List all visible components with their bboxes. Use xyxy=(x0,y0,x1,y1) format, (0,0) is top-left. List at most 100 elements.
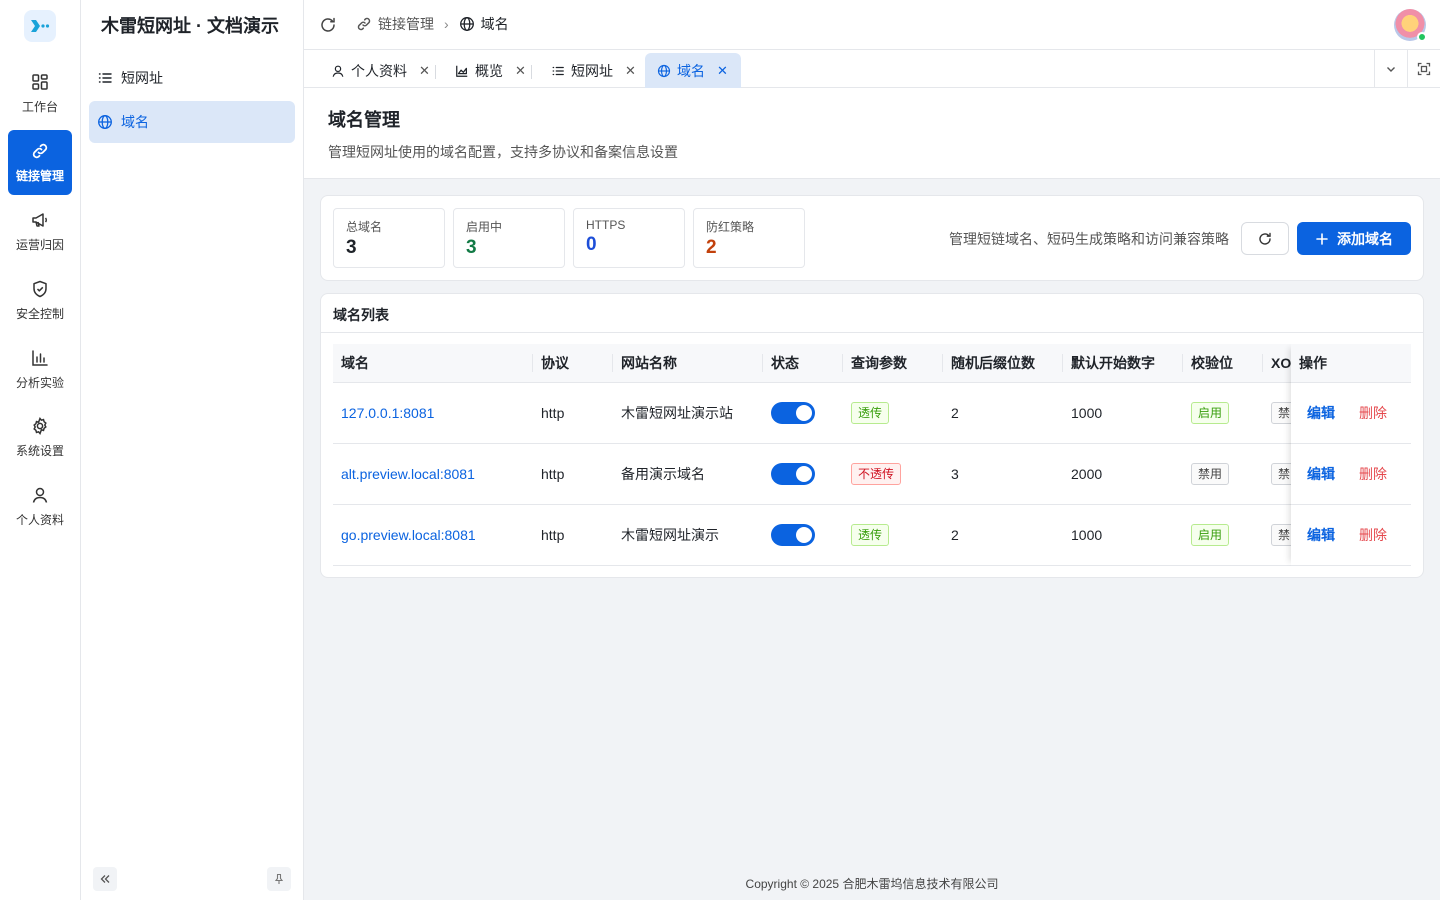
globe-icon xyxy=(459,17,474,31)
column-header-xo[interactable]: XO xyxy=(1263,344,1291,382)
edit-button[interactable]: 编辑 xyxy=(1307,525,1335,545)
breadcrumb-current: 域名 xyxy=(480,16,509,32)
column-header-query-params[interactable]: 查询参数 xyxy=(843,344,907,382)
sidebar-item-domains[interactable]: 域名 xyxy=(89,101,295,143)
rail-item-workbench[interactable]: 工作台 xyxy=(8,61,72,126)
column-header-operations: 操作 xyxy=(1291,344,1411,383)
page-title: 域名管理 xyxy=(328,110,400,130)
column-header-status[interactable]: 状态 xyxy=(763,344,799,382)
fullscreen-icon xyxy=(1417,62,1431,75)
query-param-tag: 透传 xyxy=(851,402,890,424)
tab-label: 概览 xyxy=(475,62,503,79)
rail-item-label: 个人资料 xyxy=(15,513,64,527)
gear-icon xyxy=(33,417,47,435)
app-logo[interactable] xyxy=(24,10,56,42)
stat-label: 总域名 xyxy=(346,220,383,234)
column-header-check-digit[interactable]: 校验位 xyxy=(1183,344,1233,382)
stat-value: 0 xyxy=(586,234,597,255)
column-header-random-suffix[interactable]: 随机后缀位数 xyxy=(943,344,1035,382)
close-icon[interactable]: ✕ xyxy=(625,63,636,79)
status-toggle[interactable] xyxy=(771,524,815,546)
start-number-cell: 1000 xyxy=(1071,405,1103,421)
status-cell xyxy=(763,505,815,565)
stat-value: 3 xyxy=(346,237,357,258)
domain-link[interactable]: go.preview.local:8081 xyxy=(333,505,476,565)
pin-sidebar-button[interactable] xyxy=(267,867,291,891)
table-row: go.preview.local:8081 http 木雷短网址演示 透传 2 … xyxy=(333,505,1411,566)
check-digit-tag: 启用 xyxy=(1191,402,1230,424)
rail-item-label: 工作台 xyxy=(21,100,58,114)
rail-item-operations[interactable]: 运营归因 xyxy=(8,199,72,264)
rail-item-analytics[interactable]: 分析实验 xyxy=(8,337,72,402)
area-chart-icon xyxy=(456,65,468,77)
tab-overview[interactable]: 概览 ✕ xyxy=(443,53,538,88)
stat-total-domains: 总域名 3 xyxy=(333,208,445,268)
domain-link[interactable]: 127.0.0.1:8081 xyxy=(333,383,434,443)
refresh-button[interactable] xyxy=(1241,222,1289,255)
tab-label: 个人资料 xyxy=(351,62,407,79)
domain-link[interactable]: alt.preview.local:8081 xyxy=(333,444,475,504)
rail-item-security[interactable]: 安全控制 xyxy=(8,268,72,333)
rail-item-profile[interactable]: 个人资料 xyxy=(8,474,72,539)
double-chevron-left-icon xyxy=(100,875,110,883)
rail-item-link-management[interactable]: 链接管理 xyxy=(8,130,72,195)
collapse-sidebar-button[interactable] xyxy=(93,867,117,891)
operations-column: 操作 编辑 删除 编辑 删除 编辑 删除 xyxy=(1291,344,1411,566)
table-title: 域名列表 xyxy=(333,307,389,323)
tab-profile[interactable]: 个人资料 ✕ xyxy=(319,53,442,88)
sidebar-item-short-links[interactable]: 短网址 xyxy=(89,57,295,99)
rail-item-label: 运营归因 xyxy=(15,238,64,252)
logo-icon xyxy=(31,20,50,32)
rail-item-label: 安全控制 xyxy=(15,307,64,321)
tab-label: 短网址 xyxy=(571,62,613,79)
rail-item-settings[interactable]: 系统设置 xyxy=(8,405,72,470)
breadcrumb-parent[interactable]: 链接管理 xyxy=(378,14,434,34)
sidebar-item-label: 短网址 xyxy=(121,70,163,86)
query-cell: 透传 xyxy=(843,383,890,443)
breadcrumb-separator-icon: › xyxy=(444,16,449,32)
domain-table: 域名 协议 网站名称 状态 查询参数 随机后缀位数 默认开始数字 校验位 XO … xyxy=(333,344,1411,566)
toggle-knob xyxy=(796,405,812,421)
table-header: 域名 协议 网站名称 状态 查询参数 随机后缀位数 默认开始数字 校验位 XO xyxy=(333,344,1411,383)
globe-icon xyxy=(657,64,671,77)
pin-icon xyxy=(274,873,284,884)
stat-https: HTTPS 0 xyxy=(573,208,685,268)
tab-domains[interactable]: 域名 ✕ xyxy=(645,53,741,88)
protocol-cell: http xyxy=(541,527,565,543)
close-icon[interactable]: ✕ xyxy=(717,63,728,79)
column-header-protocol[interactable]: 协议 xyxy=(533,344,569,382)
suffix-cell: 3 xyxy=(951,466,959,482)
column-header-start-number[interactable]: 默认开始数字 xyxy=(1063,344,1155,382)
add-domain-button[interactable]: 添加域名 xyxy=(1297,222,1411,255)
tab-menu-button[interactable] xyxy=(1374,50,1407,87)
delete-button[interactable]: 删除 xyxy=(1359,464,1387,484)
tab-separator xyxy=(531,65,532,79)
column-header-domain[interactable]: 域名 xyxy=(333,344,369,382)
breadcrumb: 链接管理 › 域名 xyxy=(356,14,509,34)
close-icon[interactable]: ✕ xyxy=(419,63,430,79)
avatar[interactable] xyxy=(1394,9,1427,42)
tab-label: 域名 xyxy=(677,62,705,79)
column-header-site-name[interactable]: 网站名称 xyxy=(613,344,677,382)
delete-button[interactable]: 删除 xyxy=(1359,525,1387,545)
list-icon xyxy=(98,73,112,83)
rail-item-label: 链接管理 xyxy=(15,169,64,183)
online-status-dot xyxy=(1417,32,1427,42)
user-icon xyxy=(32,487,48,503)
top-header: 链接管理 › 域名 xyxy=(304,0,1440,50)
status-toggle[interactable] xyxy=(771,402,815,424)
edit-button[interactable]: 编辑 xyxy=(1307,403,1335,423)
tab-short-links[interactable]: 短网址 ✕ xyxy=(539,53,648,88)
link-icon xyxy=(32,143,48,159)
plus-icon xyxy=(1316,232,1328,245)
refresh-icon[interactable] xyxy=(318,15,338,35)
close-icon[interactable]: ✕ xyxy=(515,63,526,79)
edit-button[interactable]: 编辑 xyxy=(1307,464,1335,484)
shield-icon xyxy=(33,280,47,298)
footer-copyright: Copyright © 2025 合肥木雷坞信息技术有限公司 xyxy=(745,877,999,891)
fullscreen-button[interactable] xyxy=(1407,50,1440,87)
delete-button[interactable]: 删除 xyxy=(1359,403,1387,423)
query-cell: 不透传 xyxy=(843,444,902,504)
status-toggle[interactable] xyxy=(771,463,815,485)
dashboard-icon xyxy=(32,74,48,90)
